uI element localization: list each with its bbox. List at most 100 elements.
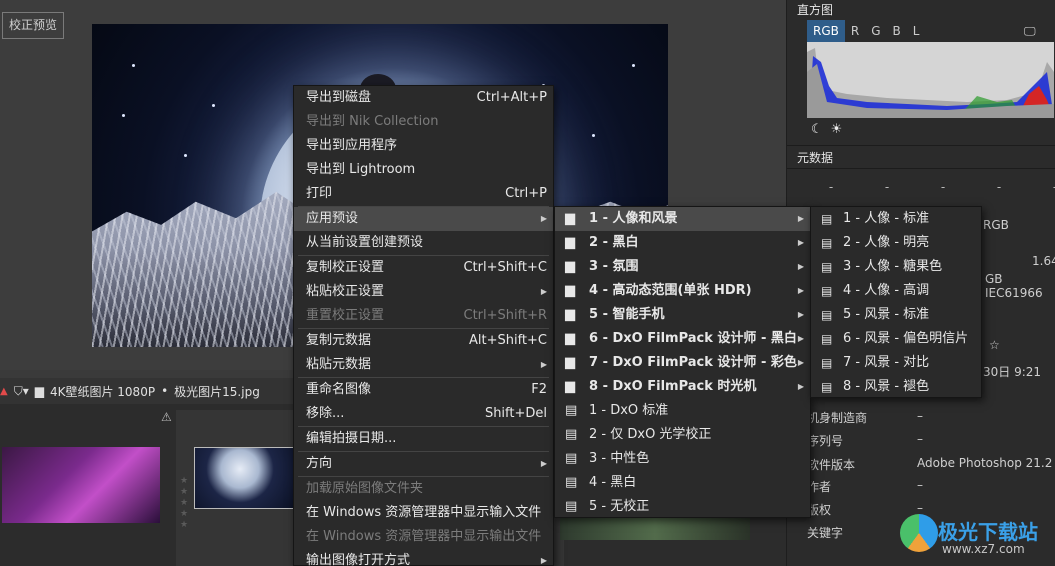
preset-folder-item[interactable]: ▆ 6 - DxO FilmPack 设计师 - 黑白 ▶	[555, 327, 810, 351]
menu-item-orientation[interactable]: 方向 ▶	[294, 452, 553, 476]
tab-b[interactable]: B	[887, 20, 907, 42]
menu-item-label: 输出图像打开方式	[306, 553, 411, 566]
preset-item[interactable]: ▤ 3 - 人像 - 糖果色	[811, 255, 981, 279]
menu-item-copy-metadata[interactable]: 复制元数据 Alt+Shift+C	[294, 329, 553, 353]
metadata-title: 元数据	[797, 151, 834, 165]
submenu-arrow-icon: ▶	[540, 214, 547, 223]
preset-folder-item[interactable]: ▆ 4 - 高动态范围(单张 HDR) ▶	[555, 279, 810, 303]
preset-file-icon: ▤	[565, 451, 578, 466]
divider	[787, 168, 1055, 169]
preset-folder-item[interactable]: ▆ 2 - 黑白 ▶	[555, 231, 810, 255]
menu-item-show-input[interactable]: 在 Windows 资源管理器中显示输入文件	[294, 501, 553, 525]
tab-g[interactable]: G	[865, 20, 886, 42]
submenu-arrow-icon: ▶	[797, 334, 804, 343]
meta-row: 关键字	[807, 524, 843, 541]
menu-item-label: 2 - 仅 DxO 光学校正	[589, 427, 712, 442]
preset-item[interactable]: ▤ 3 - 中性色	[555, 447, 810, 471]
menu-item-label: 6 - DxO FilmPack 设计师 - 黑白	[589, 331, 797, 346]
filter-icon[interactable]: ⛉▾	[14, 384, 29, 399]
preset-item[interactable]: ▤ 1 - 人像 - 标准	[811, 207, 981, 231]
preset-item[interactable]: ▤ 5 - 无校正	[555, 495, 810, 519]
meta-value: –	[917, 409, 923, 423]
menu-item-shortcut: Shift+Del	[484, 406, 547, 421]
menu-item-export-lightroom[interactable]: 导出到 Lightroom	[294, 158, 553, 182]
folder-icon: ▆	[565, 331, 575, 346]
menu-item-label: 导出到应用程序	[306, 138, 398, 153]
correction-preview-button[interactable]: 校正预览	[2, 12, 65, 39]
menu-item-reset-correction[interactable]: 重置校正设置 Ctrl+Shift+R	[294, 304, 553, 328]
folder-icon: ▆	[34, 384, 44, 398]
thumbnail-1[interactable]	[2, 447, 160, 523]
menu-item-show-output[interactable]: 在 Windows 资源管理器中显示输出文件	[294, 525, 553, 549]
preset-item[interactable]: ▤ 5 - 风景 - 标准	[811, 303, 981, 327]
menu-item-paste-metadata[interactable]: 粘贴元数据 ▶	[294, 353, 553, 377]
menu-item-label: 5 - 无校正	[589, 499, 650, 514]
preset-folder-item[interactable]: ▆ 5 - 智能手机 ▶	[555, 303, 810, 327]
menu-item-apply-preset[interactable]: 应用预设 ▶	[294, 207, 553, 231]
preset-file-icon: ▤	[565, 499, 578, 514]
thumbnail-2[interactable]	[194, 447, 296, 509]
meta-row: 机身制造商 –	[807, 409, 923, 426]
menu-item-copy-correction[interactable]: 复制校正设置 Ctrl+Shift+C	[294, 256, 553, 280]
tab-r[interactable]: R	[845, 20, 865, 42]
metadata-dash: -	[940, 180, 946, 194]
preset-item[interactable]: ▤ 8 - 风景 - 褪色	[811, 375, 981, 399]
menu-item-export-app[interactable]: 导出到应用程序	[294, 134, 553, 158]
menu-item-label: 5 - 智能手机	[589, 307, 665, 322]
preset-item[interactable]: ▤ 2 - 仅 DxO 光学校正	[555, 423, 810, 447]
moon-icon[interactable]: ☾	[811, 122, 831, 137]
star	[592, 134, 595, 137]
menu-item-load-folder[interactable]: 加载原始图像文件夹	[294, 477, 553, 501]
metadata-dash: -	[884, 180, 890, 194]
breadcrumb-folder[interactable]: 4K壁纸图片 1080P	[50, 383, 155, 400]
preset-folder-item[interactable]: ▆ 8 - DxO FilmPack 时光机 ▶	[555, 375, 810, 399]
menu-item-create-preset[interactable]: 从当前设置创建预设	[294, 231, 553, 255]
monitor-icon[interactable]: 🖵	[1024, 24, 1036, 39]
preset-file-icon: ▤	[821, 356, 833, 370]
breadcrumb-separator: •	[161, 384, 169, 398]
preset-folder-item[interactable]: ▆ 7 - DxO FilmPack 设计师 - 彩色 ▶	[555, 351, 810, 375]
tab-l[interactable]: L	[907, 20, 926, 42]
menu-item-shortcut: Ctrl+Alt+P	[476, 90, 547, 105]
sun-icon[interactable]: ☀	[831, 122, 851, 137]
preset-item[interactable]: ▤ 7 - 风景 - 对比	[811, 351, 981, 375]
portrait-landscape-submenu: ▤ 1 - 人像 - 标准 ▤ 2 - 人像 - 明亮 ▤ 3 - 人像 - 糖果色 …	[810, 206, 982, 398]
preset-item[interactable]: ▤ 4 - 人像 - 高调	[811, 279, 981, 303]
meta-label: 机身制造商	[807, 411, 868, 425]
preset-file-icon: ▤	[821, 212, 833, 226]
menu-item-export-nik[interactable]: 导出到 Nik Collection	[294, 110, 553, 134]
preset-item[interactable]: ▤ 2 - 人像 - 明亮	[811, 231, 981, 255]
menu-item-label: 加载原始图像文件夹	[306, 481, 424, 496]
menu-item-open-with[interactable]: 输出图像打开方式 ▶	[294, 549, 553, 566]
tab-rgb[interactable]: RGB	[807, 20, 845, 42]
preset-folder-item[interactable]: ▆ 3 - 氛围 ▶	[555, 255, 810, 279]
menu-item-edit-date[interactable]: 编辑拍摄日期...	[294, 427, 553, 451]
sort-icon[interactable]: ▲	[0, 386, 8, 397]
preset-folder-item[interactable]: ▆ 1 - 人像和风景 ▶	[555, 207, 810, 231]
meta-label: 软件版本	[807, 458, 856, 472]
breadcrumb-file[interactable]: 极光图片15.jpg	[174, 383, 260, 400]
menu-item-rename[interactable]: 重命名图像 F2	[294, 378, 553, 402]
preset-item[interactable]: ▤ 4 - 黑白	[555, 471, 810, 495]
color-space-value: RGB	[983, 218, 1009, 232]
preset-file-icon: ▤	[565, 475, 578, 490]
preset-item[interactable]: ▤ 6 - 风景 - 偏色明信片	[811, 327, 981, 351]
rating-star-icon[interactable]: ☆	[989, 338, 1000, 352]
menu-item-remove[interactable]: 移除... Shift+Del	[294, 402, 553, 426]
star	[212, 104, 215, 107]
folder-icon: ▆	[565, 355, 575, 370]
submenu-arrow-icon: ▶	[797, 358, 804, 367]
clipping-indicators[interactable]: ☾☀	[811, 122, 850, 137]
menu-item-paste-correction[interactable]: 粘贴校正设置 ▶	[294, 280, 553, 304]
preset-file-icon: ▤	[821, 332, 833, 346]
menu-item-export-disk[interactable]: 导出到磁盘 Ctrl+Alt+P	[294, 86, 553, 110]
submenu-arrow-icon: ▶	[540, 360, 547, 369]
menu-item-label: 移除...	[306, 406, 345, 421]
menu-item-label: 1 - 人像 - 标准	[843, 211, 930, 226]
folder-icon: ▆	[565, 235, 575, 250]
preset-item[interactable]: ▤ 1 - DxO 标准	[555, 399, 810, 423]
menu-item-print[interactable]: 打印 Ctrl+P	[294, 182, 553, 206]
menu-item-label: 在 Windows 资源管理器中显示输出文件	[306, 529, 542, 544]
submenu-arrow-icon: ▶	[797, 238, 804, 247]
rating-stars[interactable]: ★ ★ ★ ★ ★	[180, 476, 188, 531]
